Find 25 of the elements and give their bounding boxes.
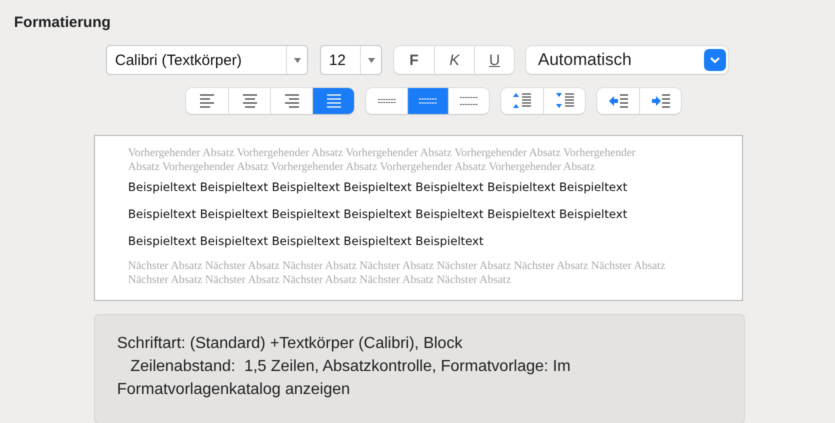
paragraph-spacing-icon [513,93,531,109]
align-right-icon [284,92,298,110]
caret-icon [294,58,300,62]
align-justify-icon [326,92,340,110]
color-select[interactable]: Automatisch [526,46,728,74]
underline-button[interactable]: U [474,46,514,74]
align-center-icon [242,92,256,110]
line-spacing-button[interactable] [407,88,448,114]
section-title: Formatierung [14,14,112,33]
italic-button[interactable]: K [434,46,474,74]
align-left-icon [200,92,214,110]
bold-button[interactable]: F [394,46,434,74]
paragraph-spacing-icon [556,93,574,109]
outdent-icon [608,94,628,108]
caret-icon [368,58,374,62]
preview-previous-paragraph: Vorhergehender Absatz Vorhergehender Absatz Vorhergehender Absatz Vorhergehender Absatz Vorhergehender Absatz Vorhergehender Absatz Vorhergehender Absatz Vorhergehender Absatz Vorhergehender Absatz [128,147,637,174]
size-select[interactable]: 12 [320,45,382,75]
align-justify-button[interactable] [312,88,354,114]
preview-next-paragraph: Nächster Absatz Nächster Absatz Nächster Absatz Nächster Absatz Nächster Absatz Nächster Absatz Nächster Absatz Nächster Absatz Nächster Absatz Nächster Absatz Nächster Absatz Nächster Absatz [128,260,666,287]
format-description: Schriftart: (Standard) +Textkörper (Calibri), Block Zeilenabstand: 1,5 Zeilen, Absatzkontrolle, Formatvorlage: Im Formatvorlagenkatalog anzeigen [117,334,572,400]
line-spacing-icon [460,95,478,107]
preview-sample-text: Beispieltext Beispieltext Beispieltext Beispieltext Beispieltext Beispieltext Beispieltext Beispieltext Beispieltext Beispieltext Beispieltext Beispieltext Beispieltext Beispieltext Beispieltext Beispieltext Beispieltext Beispieltext Beispieltext [128,179,628,250]
font-select[interactable]: Calibri (Textkörper) [106,45,308,75]
indent-icon [651,94,670,108]
chevron-down-icon [710,57,720,63]
